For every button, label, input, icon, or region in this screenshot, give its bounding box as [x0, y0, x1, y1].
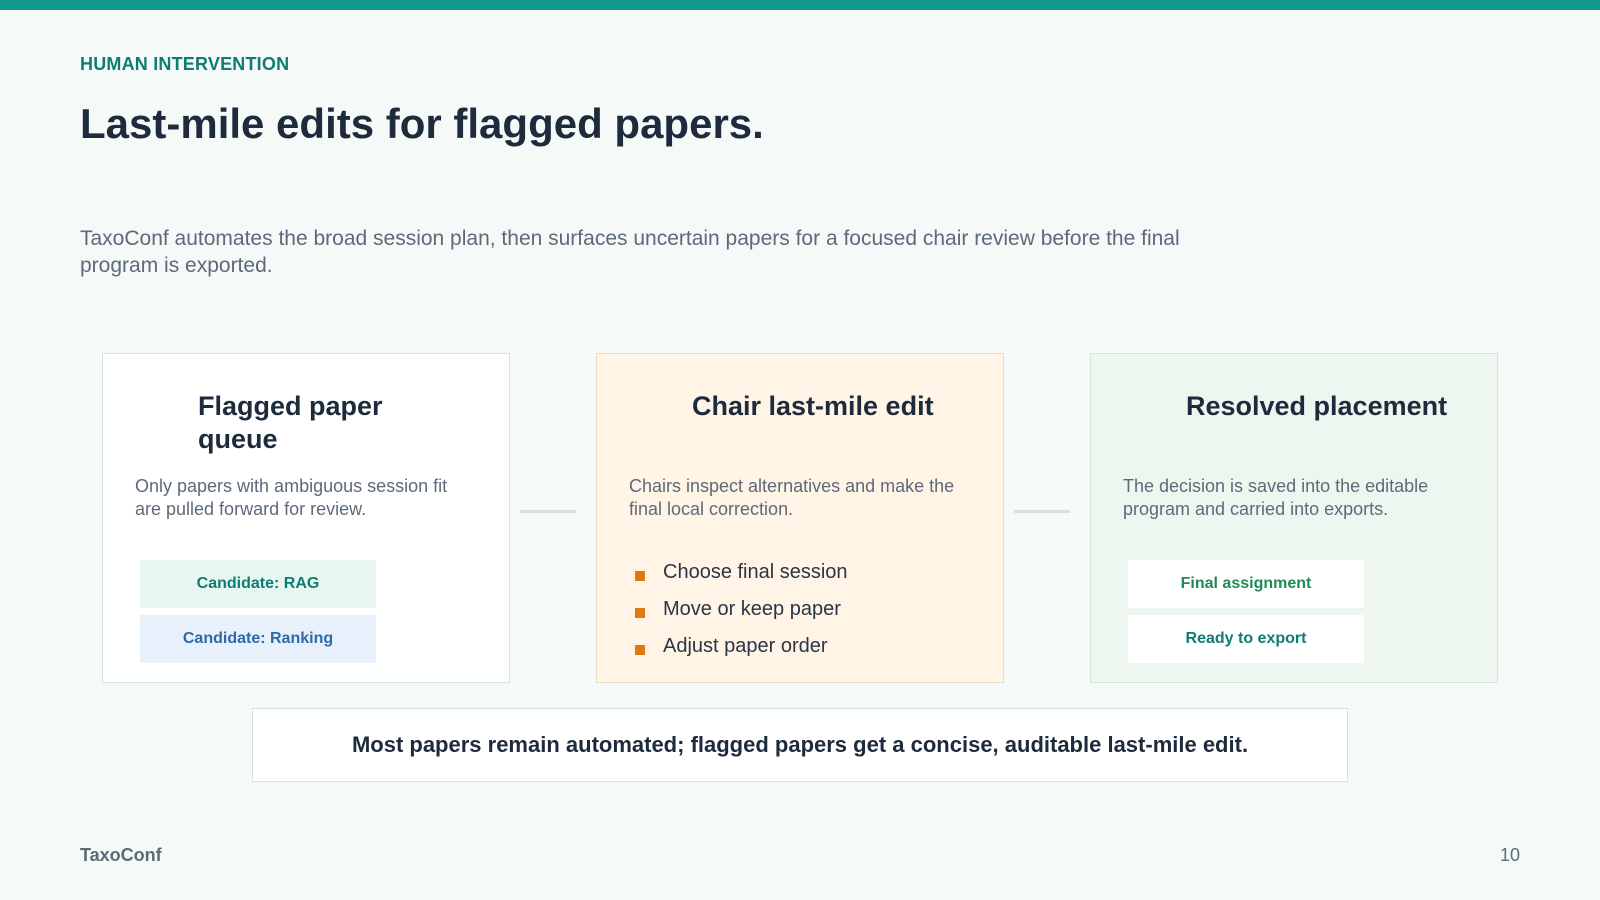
final-assignment-tag: Final assignment	[1128, 560, 1364, 608]
step-label: Adjust paper order	[663, 635, 828, 657]
card-description: The decision is saved into the editable …	[1123, 476, 1429, 519]
card-description: Chairs inspect alternatives and make the…	[629, 476, 955, 519]
slide-title: Last-mile edits for flagged papers.	[80, 100, 764, 147]
edit-steps-list: Choose final session Move or keep paper …	[635, 554, 848, 665]
card-description: Only papers with ambiguous session fit a…	[135, 476, 448, 519]
step-label: Move or keep paper	[663, 598, 841, 620]
card-title: Chair last-mile edit	[692, 391, 934, 421]
list-item: Choose final session	[635, 554, 848, 591]
ready-to-export-tag: Ready to export	[1128, 615, 1364, 663]
card-resolved-placement: Resolved placement The decision is saved…	[1090, 353, 1498, 683]
flow-connector	[1014, 510, 1070, 513]
flow-connector	[520, 510, 576, 513]
slide-lede: TaxoConf automates the broad session pla…	[80, 227, 1180, 277]
summary-callout: Most papers remain automated; flagged pa…	[252, 708, 1348, 782]
square-bullet-icon	[635, 644, 645, 655]
card-flagged-queue: Flagged paper queue Only papers with amb…	[102, 353, 510, 683]
page-number: 10	[1499, 845, 1520, 865]
top-accent-bar	[0, 0, 1600, 10]
footer-brand: TaxoConf	[80, 845, 162, 865]
card-title: Flagged paper queue	[198, 391, 383, 454]
list-item: Adjust paper order	[635, 628, 848, 665]
step-label: Choose final session	[663, 561, 848, 583]
section-eyebrow: HUMAN INTERVENTION	[80, 54, 290, 74]
square-bullet-icon	[635, 570, 645, 581]
candidate-ranking-tag: Candidate: Ranking	[140, 615, 376, 663]
card-chair-edit: Chair last-mile edit Chairs inspect alte…	[596, 353, 1004, 683]
card-title: Resolved placement	[1186, 391, 1448, 421]
list-item: Move or keep paper	[635, 591, 848, 628]
candidate-rag-tag: Candidate: RAG	[140, 560, 376, 608]
square-bullet-icon	[635, 607, 645, 618]
